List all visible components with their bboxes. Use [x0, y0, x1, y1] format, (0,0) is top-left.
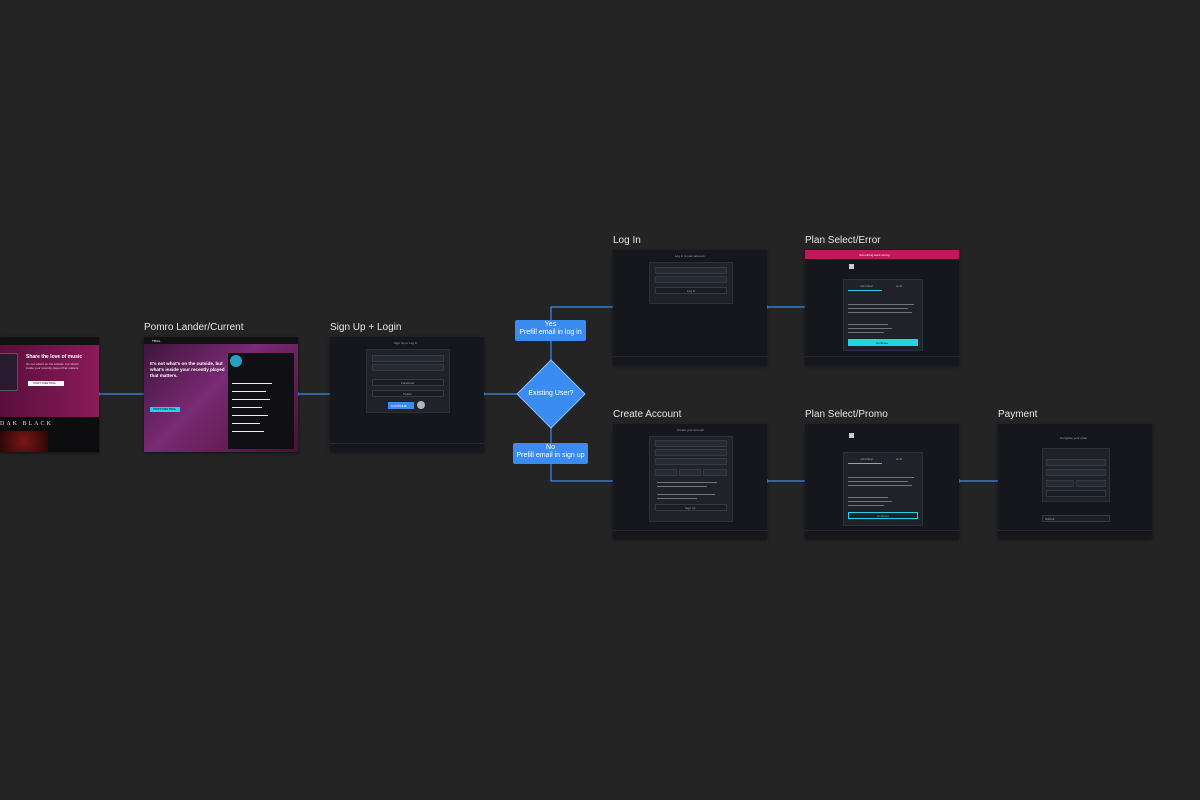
promo-plan-card: Individual Hi-Fi Continue: [843, 452, 923, 526]
payment-name-field[interactable]: [1046, 469, 1106, 476]
payment-footer: [998, 530, 1152, 539]
payment-card-number-field[interactable]: [1046, 459, 1106, 466]
payment-expiry-field[interactable]: [1046, 480, 1074, 487]
create-confirm-field[interactable]: [655, 458, 727, 465]
payment-title: Complete your order: [1060, 436, 1088, 440]
frame-plan-promo: Individual Hi-Fi Continue: [805, 424, 959, 539]
pomro-header: TIDAL: [144, 337, 298, 344]
decision-question: Existing User?: [528, 390, 574, 397]
phone-image: [0, 353, 18, 391]
frame-signup: Sign Up or Log In Facebook Twitter CONTI…: [330, 337, 484, 452]
frame-payment: Complete your order Submit: [998, 424, 1152, 539]
yes-label: Yes: [544, 321, 557, 328]
yes-sublabel: Prefill email in log in: [519, 329, 582, 336]
create-day-select[interactable]: [679, 469, 701, 476]
create-signup-button[interactable]: Sign Up: [655, 504, 727, 511]
login-password-field[interactable]: [655, 276, 727, 283]
tidal-logo-icon: [849, 264, 854, 269]
tidal-logo-icon: [849, 433, 854, 438]
create-password-field[interactable]: [655, 449, 727, 456]
frame-pomro: TIDAL It's not what's on the outside, bu…: [144, 337, 298, 452]
share-artist: DAK BLACK: [0, 421, 53, 427]
plan-tab-individual[interactable]: Individual: [860, 284, 873, 288]
pomro-avatar: [230, 355, 242, 367]
create-title: Create your account: [677, 428, 705, 432]
no-label: No: [546, 444, 555, 451]
no-tag: No Prefill email in sign up: [513, 443, 588, 464]
share-header: [0, 337, 99, 345]
plan-tab-hifi[interactable]: Hi-Fi: [896, 284, 902, 288]
login-title: Log in to your account: [675, 254, 705, 258]
promo-tab-individual[interactable]: Individual: [860, 457, 873, 461]
no-sublabel: Prefill email in sign up: [516, 452, 585, 459]
label-create: Create Account: [613, 409, 682, 420]
label-login: Log In: [613, 235, 641, 246]
yes-tag: Yes Prefill email in log in: [515, 320, 586, 341]
login-button[interactable]: Log In: [655, 287, 727, 294]
signup-title: Sign Up or Log In: [394, 341, 418, 345]
signup-facebook-button[interactable]: Facebook: [372, 379, 444, 386]
label-signup: Sign Up + Login: [330, 322, 402, 333]
frame-create: Create your account Sign Up: [613, 424, 767, 539]
frame-plan-error: Something went wrong Individual Hi-Fi Co…: [805, 250, 959, 365]
payment-submit-field[interactable]: [1046, 490, 1106, 497]
pomro-cta[interactable]: START FREE TRIAL: [150, 407, 180, 412]
signup-avatar: [417, 401, 425, 409]
create-footer: [613, 530, 767, 539]
plan-card: Individual Hi-Fi Continue: [843, 279, 923, 351]
pomro-brand: TIDAL: [152, 339, 161, 343]
signup-cta-button[interactable]: CONTINUE: [388, 402, 414, 409]
plan-error-continue-button[interactable]: Continue: [848, 339, 918, 346]
pomro-headline: It's not what's on the outside, but what…: [150, 361, 225, 378]
create-month-select[interactable]: [655, 469, 677, 476]
plan-error-footer: [805, 356, 959, 365]
label-pomro: Pomro Lander/Current: [144, 322, 244, 333]
payment-submit-button[interactable]: Submit: [1042, 515, 1110, 522]
share-album-art: [0, 431, 48, 452]
share-cta[interactable]: START FREE TRIAL: [28, 381, 64, 386]
label-payment: Payment: [998, 409, 1038, 420]
signup-twitter-button[interactable]: Twitter: [372, 390, 444, 397]
signup-continue-field[interactable]: [372, 364, 444, 371]
promo-tab-hifi[interactable]: Hi-Fi: [896, 457, 902, 461]
share-headline: Share the love of music: [26, 354, 83, 360]
plan-promo-continue-button[interactable]: Continue: [848, 512, 918, 519]
create-year-select[interactable]: [703, 469, 727, 476]
label-plan-error: Plan Select/Error: [805, 235, 881, 246]
create-email-field[interactable]: [655, 440, 727, 447]
login-email-field[interactable]: [655, 267, 727, 274]
login-footer: [613, 356, 767, 365]
payment-cvv-field[interactable]: [1076, 480, 1106, 487]
plan-promo-footer: [805, 530, 959, 539]
pomro-playlist-card: [228, 353, 294, 449]
label-plan-promo: Plan Select/Promo: [805, 409, 888, 420]
frame-login: Log in to your account Log In: [613, 250, 767, 365]
error-banner: Something went wrong: [805, 250, 959, 259]
signup-email-field[interactable]: [372, 355, 444, 362]
signup-footer: [330, 443, 484, 452]
frame-share: Share the love of music It's not what's …: [0, 337, 99, 452]
